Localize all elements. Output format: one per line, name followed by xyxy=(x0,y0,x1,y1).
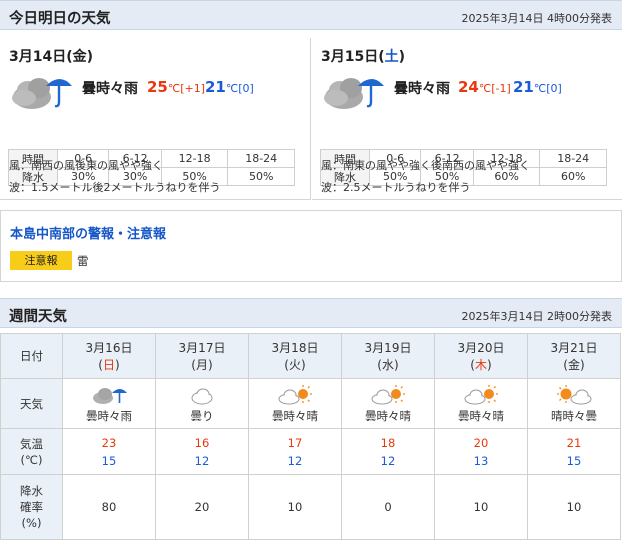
cloud-sun-icon xyxy=(278,384,312,404)
weekly-temp-cell: 21 15 xyxy=(527,428,621,475)
weekly-section-header: 週間天気 2025年3月14日 2時00分発表 xyxy=(0,298,622,328)
row-label-temp: 気温 (℃) xyxy=(0,428,63,475)
day-forecast-today: 3月14日(金) 曇時々雨 25℃[+1] 21℃[0] 時間 0-6 6-12… xyxy=(0,38,311,200)
day-weather-label: 曇時々雨 xyxy=(82,81,138,97)
row-label-pop: 降水 確率 (%) xyxy=(0,474,63,540)
weekly-pop-cell: 10 xyxy=(248,474,342,540)
period-cell: 12-18 xyxy=(160,149,229,168)
weekly-pop-cell: 10 xyxy=(434,474,528,540)
today-section-header: 今日明日の天気 2025年3月14日 4時00分発表 xyxy=(0,0,622,30)
weekly-temp-cell: 23 15 xyxy=(62,428,156,475)
weekly-weather-cell: 曇時々晴 xyxy=(434,378,528,429)
wind-text: 風：南東の風やや強く後南西の風やや強く xyxy=(321,159,530,172)
sun-cloud-icon xyxy=(557,384,592,404)
today-issued-time: 2025年3月14日 4時00分発表 xyxy=(461,12,612,25)
advisory-badge: 注意報 xyxy=(10,251,72,270)
pop-cell: 50% xyxy=(227,167,295,186)
wave-text: 波：2.5メートルうねりを伴う xyxy=(321,181,471,194)
weekly-temp-cell: 18 12 xyxy=(341,428,435,475)
pop-cell: 60% xyxy=(539,167,607,186)
cloud-sun-icon xyxy=(371,384,405,404)
day-forecast-tomorrow: 3月15日(土) 曇時々雨 24℃[-1] 21℃[0] 時間 0-6 6-12… xyxy=(312,38,622,200)
weekly-date-cell: 3月19日 (水) xyxy=(341,333,435,379)
cloud-sun-icon xyxy=(464,384,498,404)
row-label-weather: 天気 xyxy=(0,378,63,429)
period-cell: 18-24 xyxy=(539,149,607,168)
weekly-pop-cell: 20 xyxy=(155,474,249,540)
weekly-weather-cell: 曇時々雨 xyxy=(62,378,156,429)
today-section-title: 今日明日の天気 xyxy=(9,11,111,27)
weekly-date-cell: 3月18日 (火) xyxy=(248,333,342,379)
weekly-temp-cell: 16 12 xyxy=(155,428,249,475)
cloud-rain-icon xyxy=(324,78,384,109)
weekly-date-cell: 3月17日 (月) xyxy=(155,333,249,379)
advisory-item: 雷 xyxy=(77,254,89,268)
wave-text: 波：1.5メートル後2メートルうねりを伴う xyxy=(9,181,221,194)
temp-high: 24℃[-1] xyxy=(458,78,511,96)
weekly-date-cell: 3月20日 (木) xyxy=(434,333,528,379)
temp-low: 21℃[0] xyxy=(205,78,254,96)
row-label-date: 日付 xyxy=(0,333,63,379)
day-date: 3月15日(土) xyxy=(321,49,406,65)
temp-low: 21℃[0] xyxy=(513,78,562,96)
day-date: 3月14日(金) xyxy=(9,49,94,65)
weekly-temp-cell: 17 12 xyxy=(248,428,342,475)
weekly-pop-cell: 10 xyxy=(527,474,621,540)
warning-box: 本島中南部の警報・注意報 注意報 雷 xyxy=(0,210,622,282)
cloud-rain-icon xyxy=(93,387,127,404)
cloud-rain-icon xyxy=(12,78,72,109)
weekly-section-title: 週間天気 xyxy=(9,309,67,325)
weekly-weather-cell: 晴時々曇 xyxy=(527,378,621,429)
weekly-pop-cell: 80 xyxy=(62,474,156,540)
weekly-forecast-table: 日付 3月16日 (日) 3月17日 (月) 3月18日 (火) 3月19日 (水) 3… xyxy=(0,333,621,540)
warning-title-link[interactable]: 本島中南部の警報・注意報 xyxy=(10,223,166,242)
temp-high: 25℃[+1] xyxy=(147,78,206,96)
weekly-pop-cell: 0 xyxy=(341,474,435,540)
weekly-date-cell: 3月21日 (金) xyxy=(527,333,621,379)
cloud-icon xyxy=(191,388,213,404)
day-weather-label: 曇時々雨 xyxy=(394,81,450,97)
weekly-weather-cell: 曇時々晴 xyxy=(248,378,342,429)
weekly-weather-cell: 曇時々晴 xyxy=(341,378,435,429)
weekly-temp-cell: 20 13 xyxy=(434,428,528,475)
period-cell: 18-24 xyxy=(227,149,295,168)
weekly-issued-time: 2025年3月14日 2時00分発表 xyxy=(461,310,612,323)
wind-text: 風：南西の風後東の風やや強く xyxy=(9,159,163,172)
weekly-weather-cell: 曇り xyxy=(155,378,249,429)
weekly-date-cell: 3月16日 (日) xyxy=(62,333,156,379)
